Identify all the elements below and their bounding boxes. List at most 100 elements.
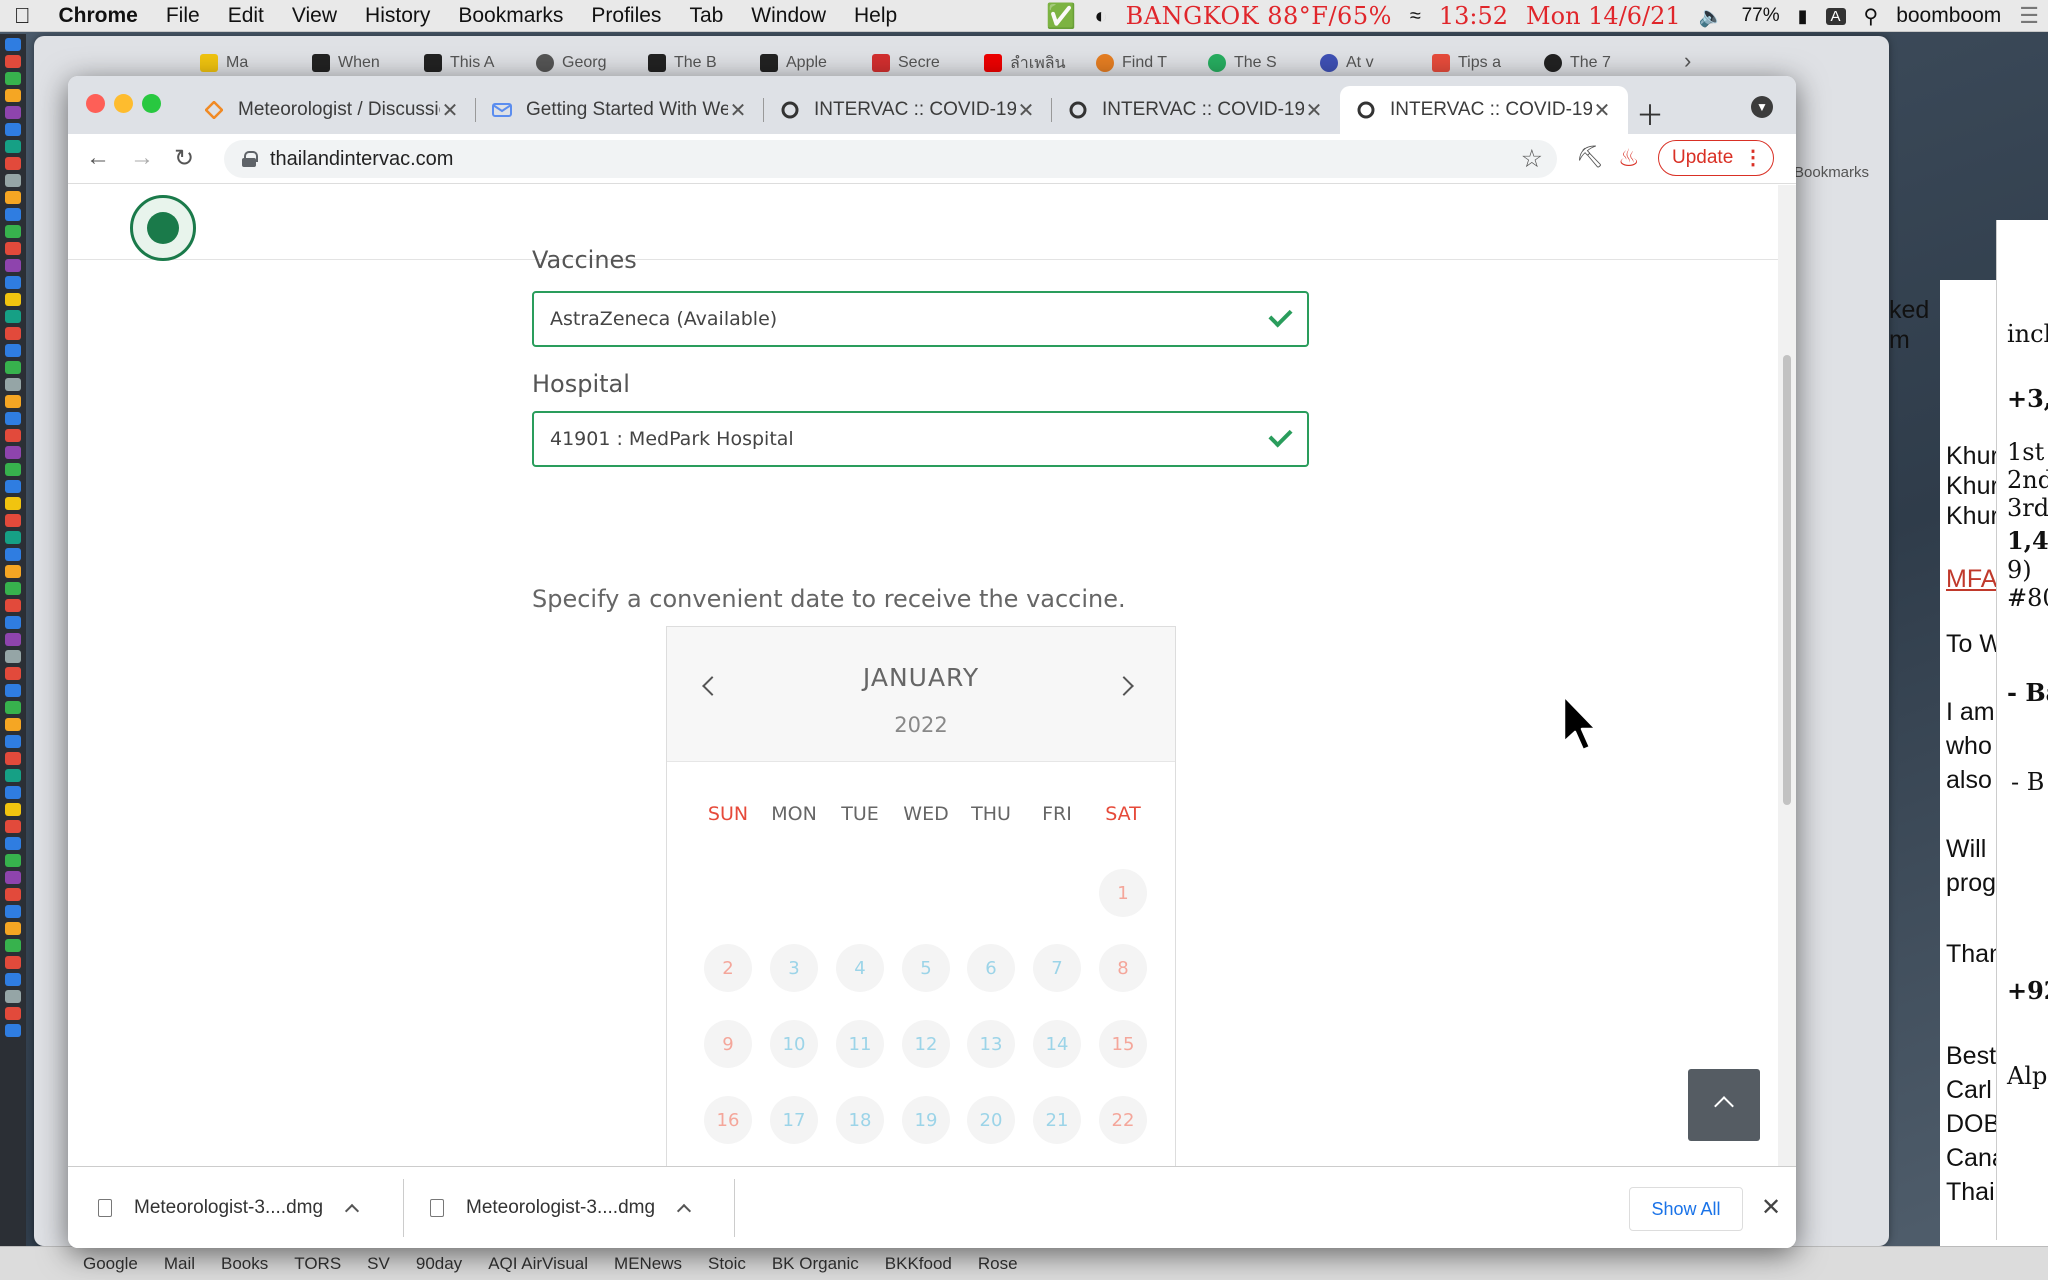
tab-search-chevron-icon[interactable]: ▼ — [1751, 96, 1773, 118]
menu-bookmarks[interactable]: Bookmarks — [444, 4, 577, 28]
download-item[interactable]: Meteorologist-3....dmg — [98, 1167, 360, 1248]
bg-bookmark: BKKfood — [884, 1253, 952, 1273]
close-tab-icon[interactable]: ✕ — [728, 98, 748, 123]
calendar-day[interactable]: 12 — [902, 1020, 950, 1068]
ministry-of-public-health-logo[interactable] — [130, 195, 196, 261]
new-tab-plus-icon[interactable]: ＋ — [1636, 94, 1664, 134]
bg-doc-line: To W — [1946, 630, 2003, 658]
tab-intervac-active[interactable]: INTERVAC :: COVID-19 V ✕ — [1340, 86, 1628, 134]
menu-history[interactable]: History — [351, 4, 444, 28]
bg-doc-line: also — [1946, 766, 1992, 794]
battery-icon[interactable]: ▮ — [1789, 6, 1817, 27]
extension-hotspring-icon[interactable]: ♨ — [1618, 144, 1640, 173]
battery-percent[interactable]: 77% — [1733, 5, 1789, 27]
contrast-icon[interactable]: ◐ — [1085, 3, 1116, 29]
close-tab-icon[interactable]: ✕ — [440, 98, 460, 123]
chevron-up-icon[interactable] — [344, 1203, 360, 1219]
weather-readout[interactable]: BANGKOK 88°F/65% — [1117, 2, 1401, 30]
menubar-user[interactable]: boomboom — [1887, 4, 2010, 28]
menu-profiles[interactable]: Profiles — [577, 4, 675, 28]
calendar-day[interactable]: 17 — [770, 1096, 818, 1144]
calendar-day[interactable]: 6 — [967, 944, 1015, 992]
calendar-day[interactable]: 8 — [1099, 944, 1147, 992]
tab-title: INTERVAC :: COVID-19 V — [814, 99, 1016, 120]
calendar-day[interactable]: 20 — [967, 1096, 1015, 1144]
calendar-day[interactable]: 2 — [704, 944, 752, 992]
hospital-value: 41901 : MedPark Hospital — [550, 428, 794, 450]
bg-bookmark: SV — [367, 1253, 390, 1273]
menu-view[interactable]: View — [278, 4, 351, 28]
bg-bookmark: 90day — [415, 1253, 463, 1273]
zoom-window-button[interactable] — [142, 94, 161, 113]
download-filename: Meteorologist-3....dmg — [466, 1197, 656, 1218]
shelf-divider — [734, 1179, 735, 1237]
tab-intervac-1[interactable]: INTERVAC :: COVID-19 V ✕ — [764, 86, 1052, 134]
back-to-top-button[interactable] — [1688, 1069, 1760, 1141]
tab-meteorologist[interactable]: Meteorologist / Discussio ✕ — [188, 86, 476, 134]
calendar-day[interactable]: 13 — [967, 1020, 1015, 1068]
vaccines-select[interactable]: AstraZeneca (Available) — [532, 291, 1309, 347]
bg-doc-line: Carl — [1946, 1076, 1992, 1104]
close-tab-icon[interactable]: ✕ — [1592, 98, 1612, 123]
close-tab-icon[interactable]: ✕ — [1016, 98, 1036, 123]
calendar-day[interactable]: 4 — [836, 944, 884, 992]
calendar-day[interactable]: 1 — [1099, 869, 1147, 917]
menu-tab[interactable]: Tab — [675, 4, 737, 28]
weekday-wed: WED — [903, 803, 949, 825]
web-page: Vaccines AstraZeneca (Available) Hospita… — [68, 185, 1796, 1167]
calendar-day[interactable]: 21 — [1033, 1096, 1081, 1144]
update-button[interactable]: Update ⋮ — [1658, 140, 1774, 176]
weekday-fri: FRI — [1042, 803, 1072, 825]
input-source-icon[interactable]: A — [1825, 7, 1846, 25]
calendar-day[interactable]: 3 — [770, 944, 818, 992]
menu-help[interactable]: Help — [840, 4, 911, 28]
close-window-button[interactable] — [86, 94, 105, 113]
address-bar[interactable]: thailandintervac.com ☆ — [224, 140, 1557, 178]
calendar-day[interactable]: 19 — [902, 1096, 950, 1144]
menu-window[interactable]: Window — [737, 4, 840, 28]
calendar-day[interactable]: 5 — [902, 944, 950, 992]
download-item[interactable]: Meteorologist-3....dmg — [430, 1167, 692, 1248]
scrollbar-thumb[interactable] — [1783, 355, 1791, 805]
notification-center-icon[interactable]: ☰ — [2010, 3, 2048, 29]
wifi-icon[interactable]: ≈ — [1401, 5, 1430, 28]
chevron-up-icon[interactable] — [676, 1203, 692, 1219]
menu-edit[interactable]: Edit — [214, 4, 278, 28]
tab-intervac-2[interactable]: INTERVAC :: COVID-19 V ✕ — [1052, 86, 1340, 134]
calendar-day[interactable]: 9 — [704, 1020, 752, 1068]
apple-menu-icon[interactable]:  — [0, 3, 45, 29]
calendar-day[interactable]: 10 — [770, 1020, 818, 1068]
show-all-downloads-button[interactable]: Show All — [1629, 1187, 1743, 1231]
url-text[interactable]: thailandintervac.com — [270, 148, 453, 171]
menu-file[interactable]: File — [152, 4, 214, 28]
bg-rtf-line: - B — [2011, 768, 2045, 796]
spotlight-search-icon[interactable]: ⚲ — [1855, 4, 1888, 29]
menubar-date[interactable]: Mon 14/6/21 — [1517, 2, 1690, 30]
calendar-day[interactable]: 16 — [704, 1096, 752, 1144]
bookmark-star-icon[interactable]: ☆ — [1521, 144, 1543, 174]
calendar-day[interactable]: 11 — [836, 1020, 884, 1068]
menu-app-name[interactable]: Chrome — [45, 4, 152, 28]
calendar-day[interactable]: 7 — [1033, 944, 1081, 992]
browser-window: Meteorologist / Discussio ✕ Getting Star… — [68, 76, 1796, 1248]
date-picker: JANUARY 2022 SUN MON TUE WED THU FRI SAT 1 2 3 4 5 6… — [666, 626, 1176, 1167]
checkmark-status-icon[interactable]: ✅ — [1037, 2, 1085, 31]
hospital-select[interactable]: 41901 : MedPark Hospital — [532, 411, 1309, 467]
minimize-window-button[interactable] — [114, 94, 133, 113]
calendar-day[interactable]: 15 — [1099, 1020, 1147, 1068]
volume-icon[interactable]: 🔈 — [1690, 4, 1733, 29]
back-arrow-icon[interactable]: ← — [86, 144, 110, 172]
valid-check-icon — [1271, 303, 1293, 325]
forward-arrow-icon[interactable]: → — [130, 144, 154, 172]
calendar-day[interactable]: 22 — [1099, 1096, 1147, 1144]
more-vert-icon: ⋮ — [1743, 147, 1763, 169]
menubar-clock[interactable]: 13:52 — [1430, 2, 1517, 30]
calendar-day[interactable]: 14 — [1033, 1020, 1081, 1068]
close-tab-icon[interactable]: ✕ — [1304, 98, 1324, 123]
close-shelf-icon[interactable]: ✕ — [1761, 1193, 1781, 1222]
calendar-day[interactable]: 18 — [836, 1096, 884, 1144]
extensions-puzzle-icon[interactable]: ⛏ — [1576, 144, 1604, 170]
reload-icon[interactable]: ↻ — [174, 144, 194, 173]
lock-icon[interactable] — [242, 151, 258, 167]
tab-getting-started[interactable]: Getting Started With We ✕ — [476, 86, 764, 134]
